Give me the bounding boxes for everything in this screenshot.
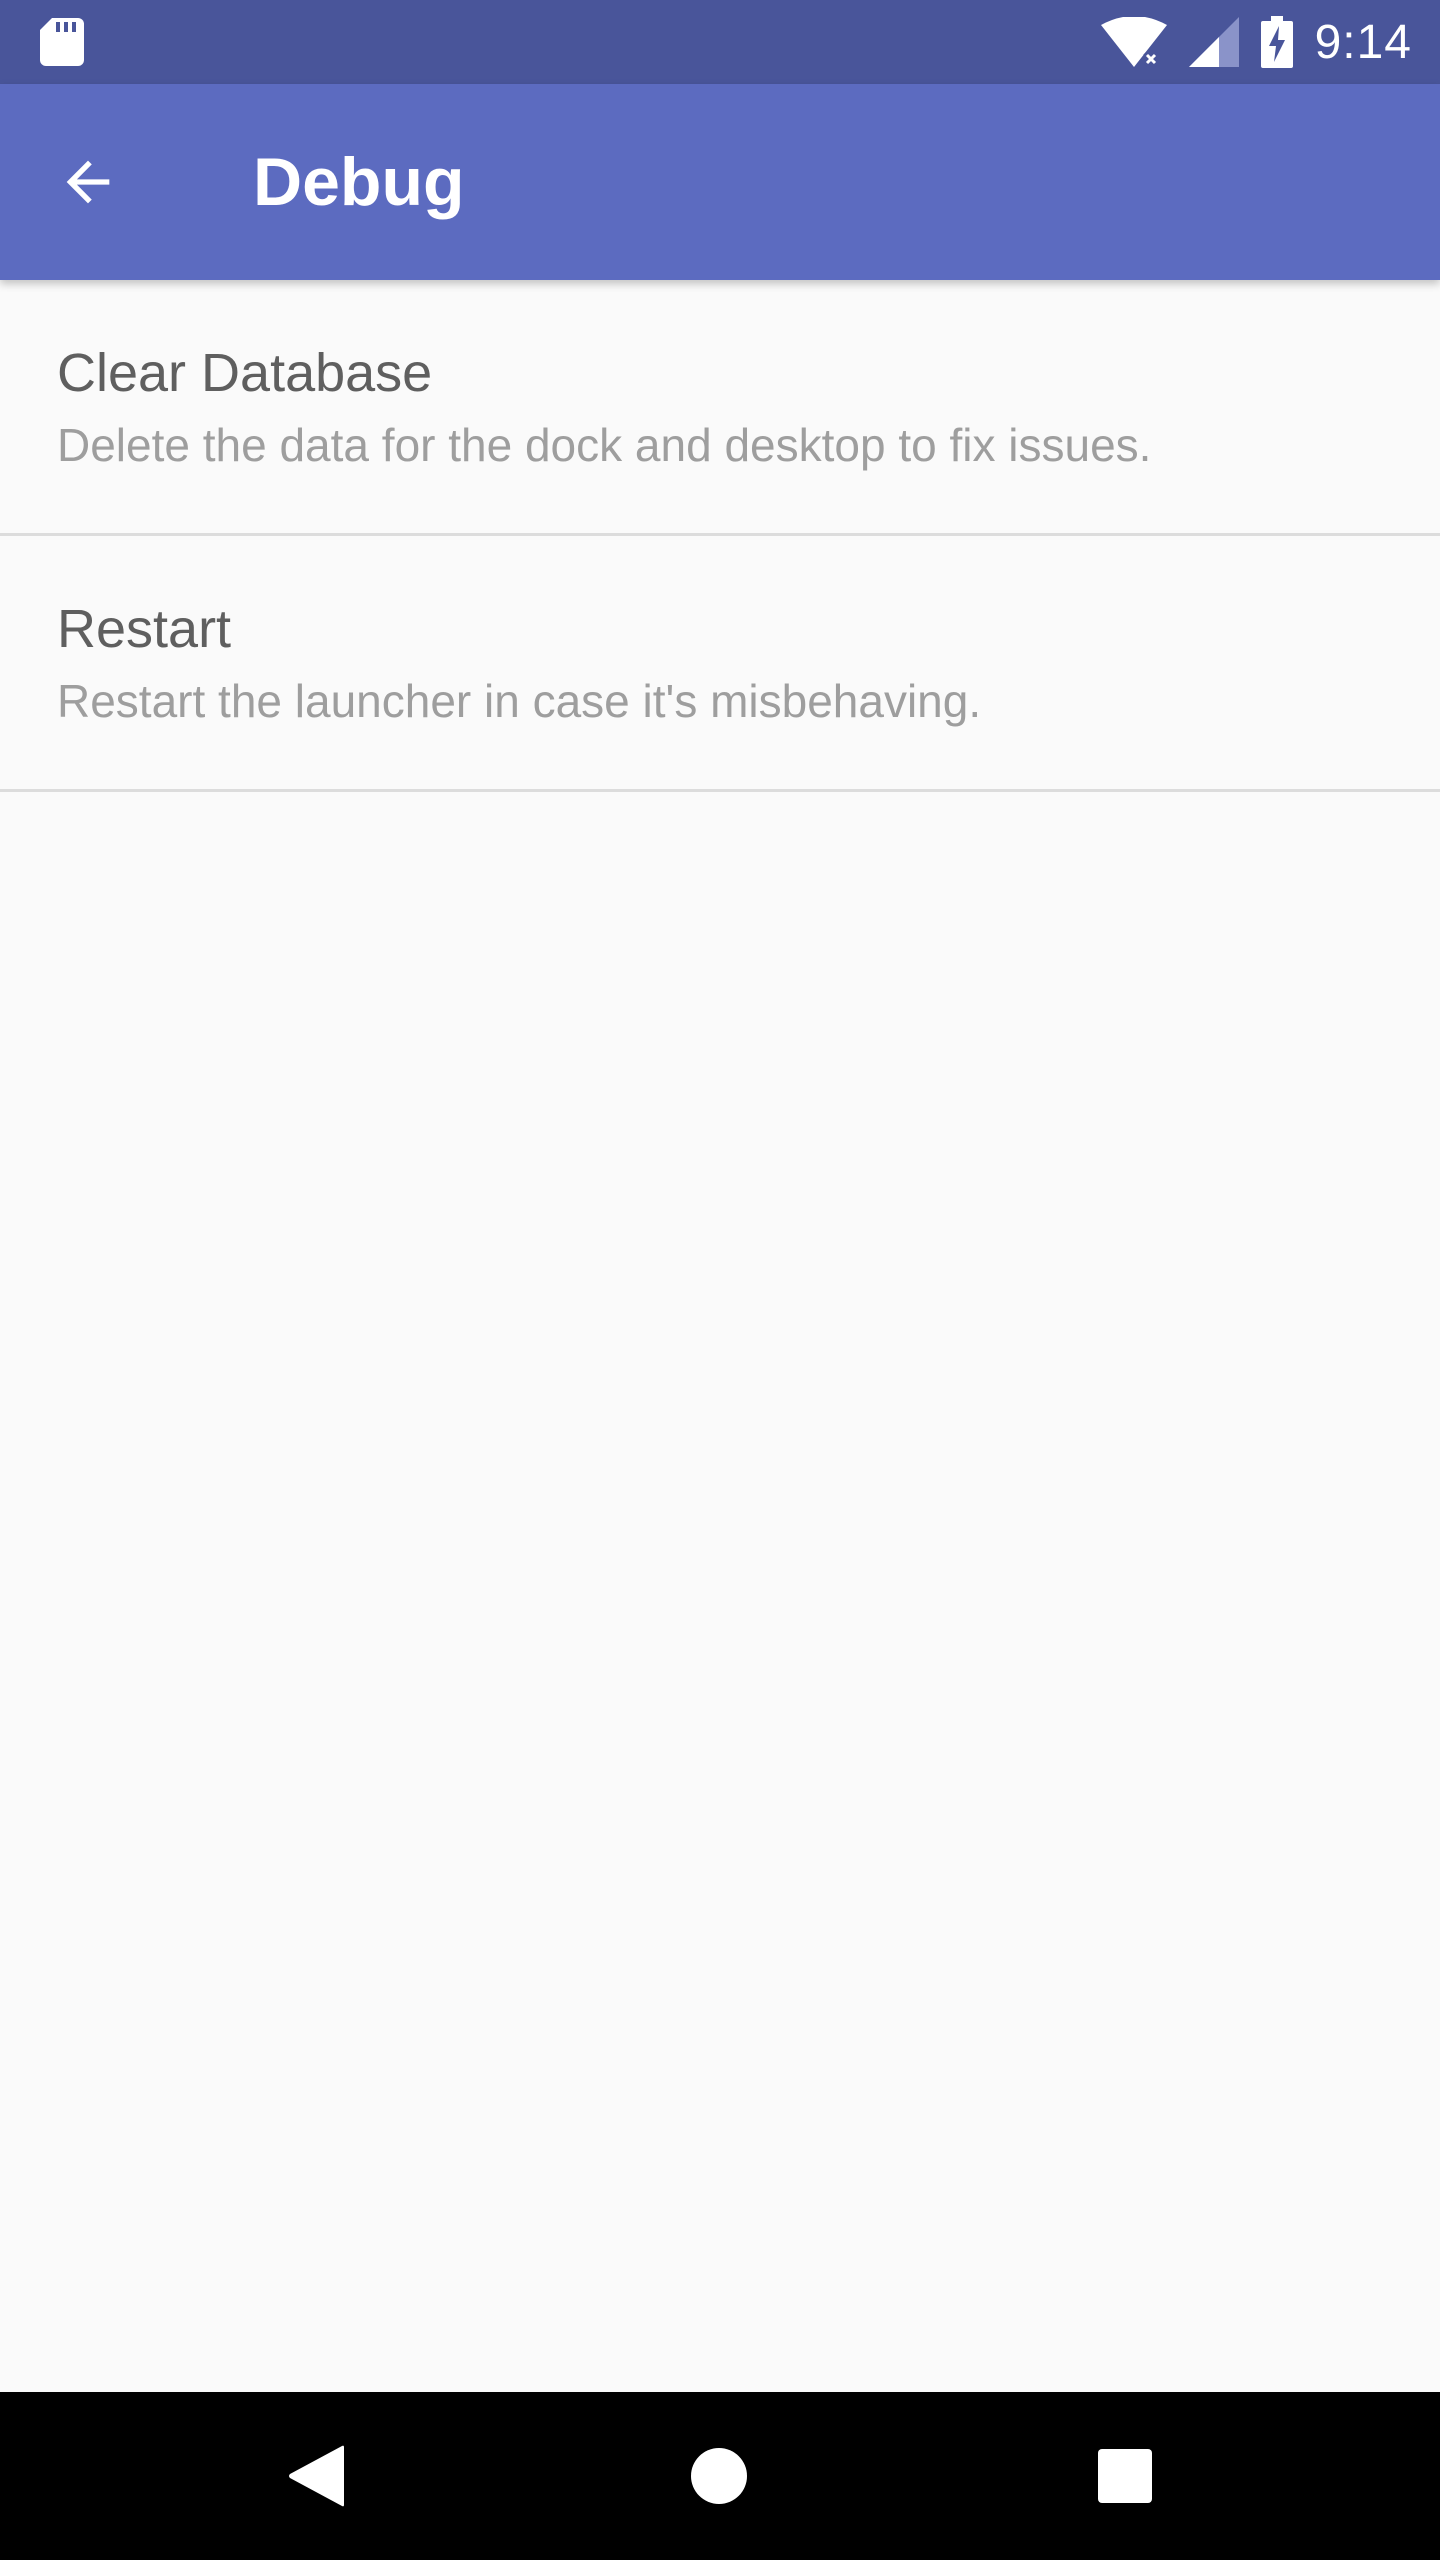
page-title: Debug — [253, 144, 465, 220]
nav-bar — [0, 2392, 1440, 2560]
signal-icon — [1188, 17, 1239, 67]
recents-square-icon — [1098, 2449, 1152, 2503]
sd-card-icon — [40, 18, 84, 66]
pref-title: Clear Database — [57, 343, 433, 403]
pref-summary: Delete the data for the dock and desktop… — [57, 419, 1152, 471]
nav-back-button[interactable] — [266, 2426, 366, 2526]
back-button[interactable] — [44, 138, 132, 226]
status-icons: 9:14 — [1100, 0, 1412, 84]
preference-list: Clear Database Delete the data for the d… — [0, 280, 1440, 792]
battery-charging-icon — [1260, 16, 1293, 68]
pref-title: Restart — [57, 599, 232, 659]
status-time: 9:14 — [1314, 15, 1412, 69]
pref-item-restart[interactable]: Restart Restart the launcher in case it'… — [0, 536, 1440, 792]
arrow-back-icon — [66, 160, 110, 204]
wifi-icon — [1100, 17, 1167, 67]
status-bar: 9:14 — [0, 0, 1440, 84]
nav-home-button[interactable] — [669, 2426, 769, 2526]
app-bar: Debug — [0, 84, 1440, 280]
home-circle-icon — [691, 2448, 747, 2504]
back-triangle-icon — [289, 2445, 344, 2507]
pref-summary: Restart the launcher in case it's misbeh… — [57, 675, 982, 727]
pref-item-clear-database[interactable]: Clear Database Delete the data for the d… — [0, 280, 1440, 536]
screen: 9:14 Debug Clear Database Delete the dat… — [0, 0, 1440, 2560]
nav-recents-button[interactable] — [1075, 2426, 1175, 2526]
